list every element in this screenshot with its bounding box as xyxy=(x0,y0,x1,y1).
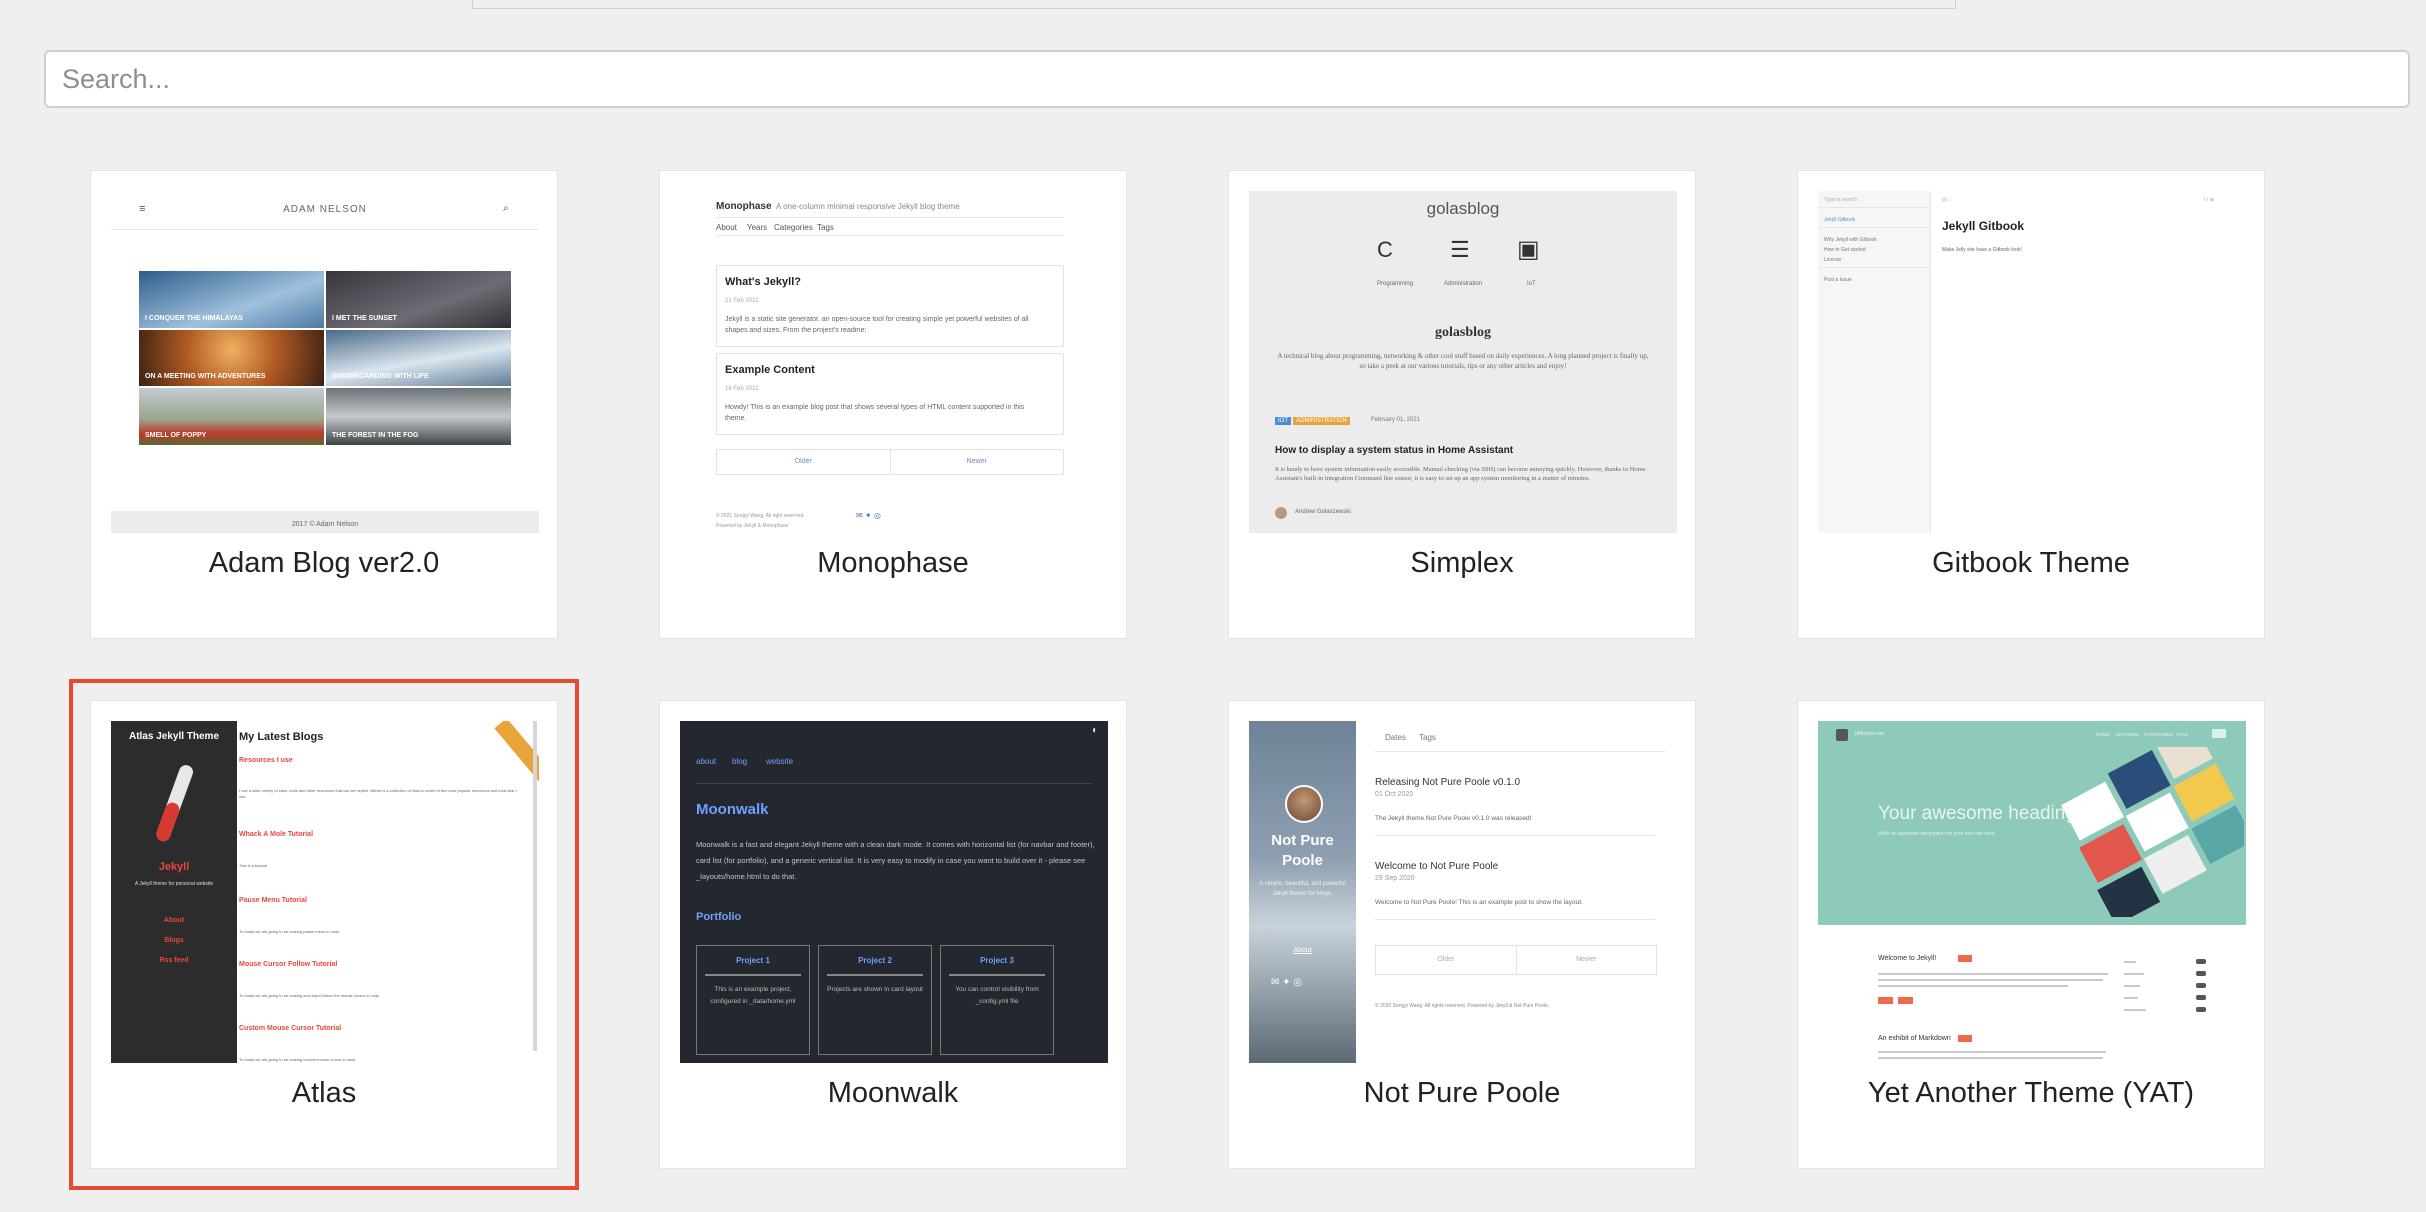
theme-card-simplex[interactable]: golasblog C ☰ ▣ Programming Administrati… xyxy=(1228,170,1696,639)
preview-post-card: Example Content 18 Feb 2021 Howdy! This … xyxy=(716,353,1064,435)
theme-title: Adam Blog ver2.0 xyxy=(208,547,440,579)
theme-card-gitbook[interactable]: Type to search Jekyll Gitbook Why Jekyll… xyxy=(1797,170,2265,639)
theme-card-not-pure-poole[interactable]: Not Pure Poole A simple, beautiful, and … xyxy=(1228,700,1696,1169)
theme-title: Moonwalk xyxy=(827,1077,959,1109)
project-card: Project 2 Projects are shown in card lay… xyxy=(818,945,932,1055)
dark-mode-icon: ◐ xyxy=(1092,725,1099,736)
theme-card-moonwalk[interactable]: ◐ about blog website Moonwalk Moonwalk i… xyxy=(659,700,1127,1169)
project-card: Project 1 This is an example project, co… xyxy=(696,945,810,1055)
preview-hero: Jeffreytse.net HOME ARCHIVES CATEGORIES … xyxy=(1818,721,2246,925)
server-icon: ☰ xyxy=(1450,237,1470,262)
code-icon: C xyxy=(1377,237,1393,262)
avatar xyxy=(1285,785,1323,823)
theme-card-atlas[interactable]: Atlas Jekyll Theme Jekyll A Jekyll theme… xyxy=(69,679,579,1190)
search-icon: ⌕ xyxy=(503,203,509,214)
theme-preview-simplex: golasblog C ☰ ▣ Programming Administrati… xyxy=(1249,191,1677,533)
theme-card-monophase[interactable]: Monophase A one-column minimal responsiv… xyxy=(659,170,1127,639)
theme-preview-monophase: Monophase A one-column minimal responsiv… xyxy=(680,191,1108,533)
theme-title: Atlas xyxy=(291,1077,357,1109)
avatar xyxy=(1275,507,1287,519)
top-panel-edge xyxy=(472,0,1956,9)
project-card: Project 3 You can control visibility fro… xyxy=(940,945,1054,1055)
search-icon xyxy=(2212,729,2226,738)
preview-sidebar: Atlas Jekyll Theme Jekyll A Jekyll theme… xyxy=(111,721,237,1063)
preview-footer: 2017 © Adam Nelson xyxy=(111,511,539,533)
logo xyxy=(1836,729,1848,741)
search-input[interactable] xyxy=(44,50,2410,108)
theme-preview-yat: Jeffreytse.net HOME ARCHIVES CATEGORIES … xyxy=(1818,721,2246,1063)
preview-brand: ADAM NELSON xyxy=(283,204,367,215)
new-badge xyxy=(1958,1035,1972,1042)
preview-sidebar: Not Pure Poole A simple, beautiful, and … xyxy=(1249,721,1356,1063)
theme-title: Gitbook Theme xyxy=(1932,547,2130,579)
theme-preview-gitbook: Type to search Jekyll Gitbook Why Jekyll… xyxy=(1818,191,2246,533)
theme-preview-adam-blog: ≡ ADAM NELSON ⌕ I CONQUER THE HIMALAYAS … xyxy=(111,191,539,533)
theme-card-adam-blog[interactable]: ≡ ADAM NELSON ⌕ I CONQUER THE HIMALAYAS … xyxy=(90,170,558,639)
preview-sidebar: Type to search Jekyll Gitbook Why Jekyll… xyxy=(1818,191,1931,533)
theme-title: Monophase xyxy=(817,547,969,579)
theme-preview-moonwalk: ◐ about blog website Moonwalk Moonwalk i… xyxy=(680,721,1108,1063)
theme-title: Not Pure Poole xyxy=(1363,1077,1561,1109)
scrollbar[interactable] xyxy=(533,721,537,1051)
preview-tile-grid: I CONQUER THE HIMALAYAS I MET THE SUNSET… xyxy=(139,271,511,445)
theme-card-yat[interactable]: Jeffreytse.net HOME ARCHIVES CATEGORIES … xyxy=(1797,700,2265,1169)
social-icons: ✉ ✦ ◎ xyxy=(1271,977,1303,988)
theme-preview-not-pure-poole: Not Pure Poole A simple, beautiful, and … xyxy=(1249,721,1677,1063)
theme-title: Simplex xyxy=(1410,547,1514,579)
theme-preview-atlas: Atlas Jekyll Theme Jekyll A Jekyll theme… xyxy=(111,721,539,1063)
preview-tag-list xyxy=(2124,959,2216,1019)
social-icons: ✉ ✦ ◎ xyxy=(856,511,881,520)
theme-title: Yet Another Theme (YAT) xyxy=(1867,1077,2195,1109)
chip-icon: ▣ xyxy=(1517,236,1540,263)
hero-illustration xyxy=(2061,747,2244,917)
preview-post-card: What's Jekyll? 21 Feb 2021 Jekyll is a s… xyxy=(716,265,1064,347)
new-badge xyxy=(1958,955,1972,962)
test-tube-icon xyxy=(156,765,193,842)
